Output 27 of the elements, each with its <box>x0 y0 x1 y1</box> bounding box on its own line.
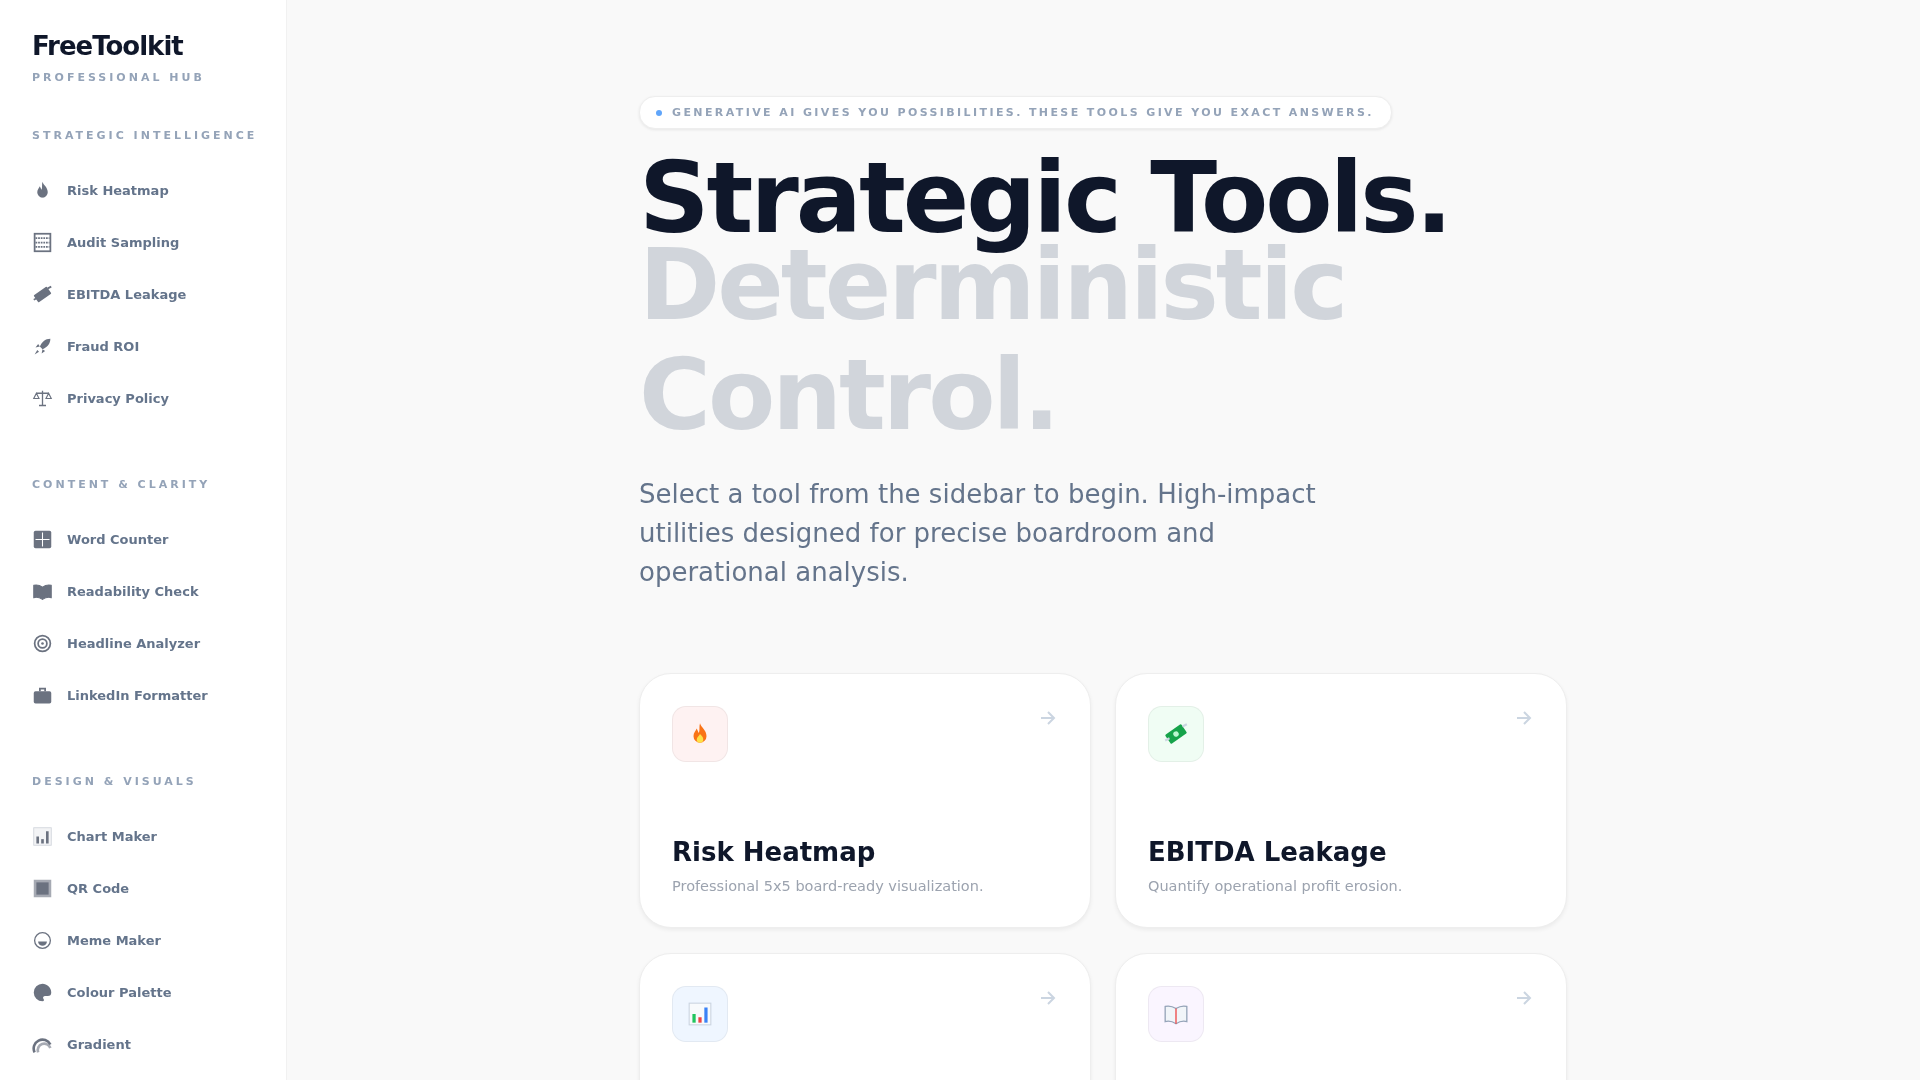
tool-card[interactable]: Risk Heatmap Professional 5x5 board-ready visualization. <box>639 673 1091 928</box>
sidebar-item[interactable]: EBITDA Leakage <box>32 268 187 320</box>
section-heading: CONTENT & CLARITY <box>32 478 211 491</box>
section-heading: DESIGN & VISUALS <box>32 775 197 788</box>
intro-paragraph: Select a tool from the sidebar to begin. High-impact utilities designed for precise boardroom and operational analysis. <box>639 478 1317 589</box>
section-heading: STRATEGIC INTELLIGENCE <box>32 129 258 142</box>
card-description: Quantify operational profit erosion. <box>1148 878 1403 894</box>
sidebar-item[interactable]: Meme Maker <box>32 914 161 966</box>
sidebar-item[interactable]: Word Counter <box>32 513 169 565</box>
tool-card[interactable]: EBITDA Leakage Quantify operational profit erosion. <box>1115 673 1567 928</box>
sidebar-item[interactable]: Colour Palette <box>32 966 172 1018</box>
sidebar-item[interactable]: LinkedIn Formatter <box>32 669 208 721</box>
sidebar-item[interactable]: Risk Heatmap <box>32 164 169 216</box>
sidebar-item[interactable]: Headline Analyzer <box>32 617 201 669</box>
sidebar-item[interactable]: Gradient <box>32 1018 131 1070</box>
sidebar-item[interactable]: Audit Sampling <box>32 216 180 268</box>
card-title: Risk Heatmap <box>672 836 876 868</box>
sidebar-item[interactable]: Fraud ROI <box>32 320 140 372</box>
sidebar-item[interactable]: Chart Maker <box>32 810 157 862</box>
card-description: Professional 5x5 board-ready visualization. <box>672 878 984 894</box>
sidebar-item[interactable]: Privacy Policy <box>32 372 169 424</box>
tagline: PROFESSIONAL HUB <box>32 71 205 84</box>
sidebar-item[interactable]: QR Code <box>32 862 130 914</box>
sidebar-item[interactable]: Readability Check <box>32 565 199 617</box>
card-title: EBITDA Leakage <box>1148 836 1387 868</box>
info-badge: GENERATIVE AI GIVES YOU POSSIBILITIES. THESE TOOLS GIVE YOU EXACT ANSWERS. <box>639 96 1392 129</box>
logo: FreeToolkit <box>32 31 183 61</box>
